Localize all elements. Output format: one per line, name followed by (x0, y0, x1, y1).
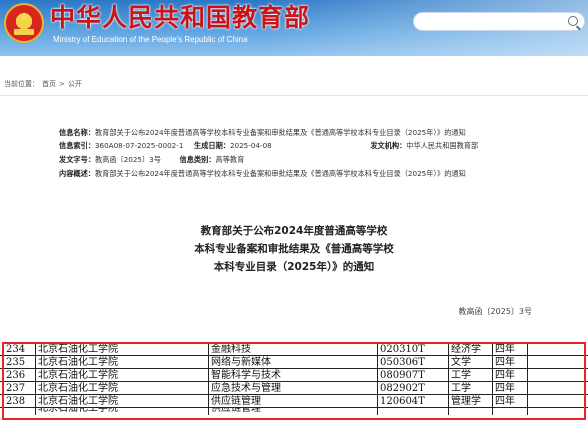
major-name-cell: 网络与新媒体 (208, 356, 377, 369)
search-icon[interactable] (568, 16, 578, 26)
major-code-cell: 120604T (377, 395, 448, 408)
breadcrumb-home[interactable]: 首页 (42, 80, 56, 88)
meta-value: 教育部关于公布2024年度普通高等学校本科专业备案和审批结果及《普通高等学校本科… (94, 169, 466, 178)
discipline-cell: 工学 (448, 369, 492, 382)
meta-label: 发文机构： (370, 141, 407, 150)
meta-docno-row: 发文字号：教高函〔2025〕3号 信息类别：高等教育 (59, 155, 244, 165)
search-input[interactable] (413, 12, 585, 31)
discipline-cell: 文学 (448, 356, 492, 369)
meta-value: 2025-04-08 (229, 141, 272, 150)
national-emblem-icon: ★ (4, 3, 44, 43)
school-name-cell: 北京石油化工学院 (35, 356, 208, 369)
site-header: ★ 中华人民共和国教育部 Ministry of Education of th… (0, 0, 588, 56)
remark-cell (527, 408, 588, 415)
meta-info-name: 信息名称：教育部关于公布2024年度普通高等学校本科专业备案和审批结果及《普通高… (59, 128, 466, 138)
breadcrumb-separator: > (59, 80, 65, 88)
meta-value: 360A08-07-2025-0002-1 (94, 141, 184, 150)
meta-value: 中华人民共和国教育部 (406, 141, 479, 150)
meta-label: 信息索引： (59, 141, 95, 150)
row-number-cell (3, 408, 35, 415)
site-subtitle: Ministry of Education of the People's Re… (53, 35, 248, 44)
school-name-cell: 北京石油化工学院 (35, 408, 208, 415)
row-number-cell: 235 (3, 356, 35, 369)
breadcrumb-current[interactable]: 公开 (68, 80, 82, 88)
school-name-cell: 北京石油化工学院 (35, 369, 208, 382)
major-code-cell: 082902T (377, 382, 448, 395)
row-number-cell: 236 (3, 369, 35, 382)
remark-cell (527, 343, 588, 356)
table-row: 237 北京石油化工学院 应急技术与管理 082902T 工学 四年 (0, 382, 588, 395)
table-row-partial: 北京石油化工学院 供应链管理 (0, 408, 588, 417)
meta-value: 教高函〔2025〕3号 (94, 155, 161, 164)
meta-label: 生成日期： (194, 141, 230, 150)
table-row: 235 北京石油化工学院 网络与新媒体 050306T 文学 四年 (0, 356, 588, 369)
meta-value: 高等教育 (215, 155, 245, 164)
duration-cell: 四年 (492, 382, 527, 395)
meta-label: 发文字号： (59, 155, 95, 164)
announcement-title-line-3: 本科专业目录（2025年）》的通知 (213, 261, 375, 273)
major-name-cell: 供应链管理 (208, 395, 377, 408)
major-code-cell: 080907T (377, 369, 448, 382)
major-code-cell: 050306T (377, 356, 448, 369)
school-name-cell: 北京石油化工学院 (35, 395, 208, 408)
meta-index-row: 信息索引：360A08-07-2025-0002-1 生成日期：2025-04-… (59, 141, 478, 151)
meta-label: 信息类别： (179, 155, 216, 164)
row-number-cell: 238 (3, 395, 35, 408)
major-name-cell: 应急技术与管理 (208, 382, 377, 395)
discipline-cell: 管理学 (448, 395, 492, 408)
announcement-title-line-1: 教育部关于公布2024年度普通高等学校 (200, 225, 388, 237)
remark-cell (527, 369, 588, 382)
duration-cell: 四年 (492, 395, 527, 408)
meta-label: 信息名称： (59, 128, 95, 137)
breadcrumb: 当前位置： 首页 > 公开 (4, 79, 85, 89)
meta-summary: 内容概述：教育部关于公布2024年度普通高等学校本科专业备案和审批结果及《普通高… (59, 169, 466, 179)
table-row: 238 北京石油化工学院 供应链管理 120604T 管理学 四年 (0, 395, 588, 408)
document-number: 教高函〔2025〕3号 (458, 307, 532, 316)
major-name-cell: 供应链管理 (208, 408, 377, 415)
meta-label: 内容概述： (59, 169, 95, 178)
duration-cell: 四年 (492, 369, 527, 382)
duration-cell: 四年 (492, 356, 527, 369)
site-title[interactable]: 中华人民共和国教育部 (50, 3, 310, 33)
major-code-cell: 020310T (377, 343, 448, 356)
remark-cell (527, 395, 588, 408)
duration-cell (492, 408, 527, 415)
major-name-cell: 智能科学与技术 (208, 369, 377, 382)
table-row: 234 北京石油化工学院 金融科技 020310T 经济学 四年 (0, 343, 588, 356)
major-name-cell: 金融科技 (208, 343, 377, 356)
major-code-cell (377, 408, 448, 415)
discipline-cell: 经济学 (448, 343, 492, 356)
school-name-cell: 北京石油化工学院 (35, 382, 208, 395)
remark-cell (527, 356, 588, 369)
school-name-cell: 北京石油化工学院 (35, 343, 208, 356)
meta-value: 教育部关于公布2024年度普通高等学校本科专业备案和审批结果及《普通高等学校本科… (94, 128, 466, 137)
row-number-cell: 237 (3, 382, 35, 395)
table-row: 236 北京石油化工学院 智能科学与技术 080907T 工学 四年 (0, 369, 588, 382)
breadcrumb-prefix: 当前位置： (4, 80, 39, 88)
row-number-cell: 234 (3, 343, 35, 356)
remark-cell (527, 382, 588, 395)
discipline-cell: 工学 (448, 382, 492, 395)
announcement-title-line-2: 本科专业备案和审批结果及《普通高等学校 (194, 243, 394, 255)
discipline-cell (448, 408, 492, 415)
duration-cell: 四年 (492, 343, 527, 356)
